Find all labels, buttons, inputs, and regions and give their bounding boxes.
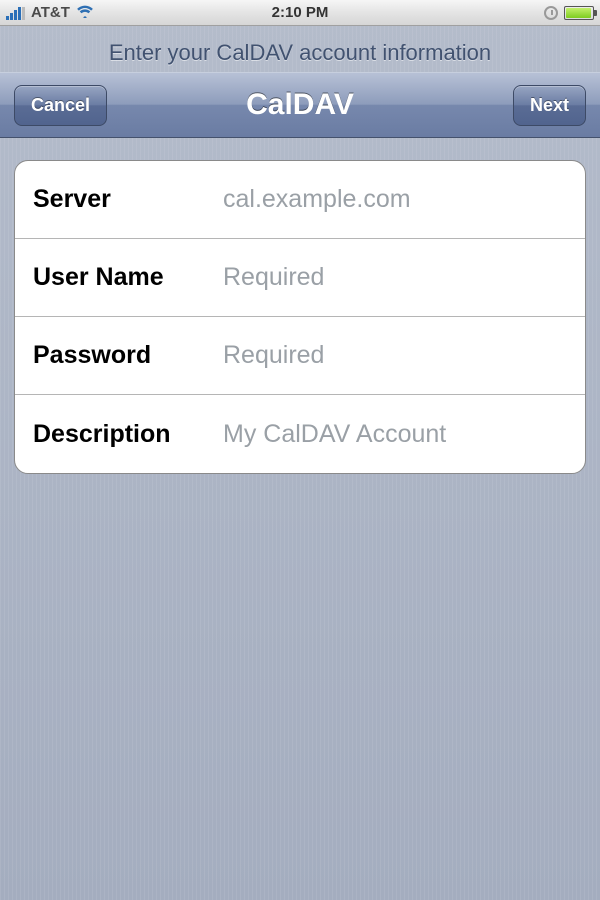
username-input[interactable] <box>223 263 567 292</box>
server-row[interactable]: Server <box>15 161 585 239</box>
password-row[interactable]: Password <box>15 317 585 395</box>
server-label: Server <box>33 185 223 214</box>
battery-icon <box>564 6 594 20</box>
account-form: Server User Name Password Description <box>14 160 586 474</box>
next-button[interactable]: Next <box>513 85 586 126</box>
username-row[interactable]: User Name <box>15 239 585 317</box>
password-label: Password <box>33 341 223 370</box>
status-bar: AT&T 2:10 PM <box>0 0 600 26</box>
cancel-button[interactable]: Cancel <box>14 85 107 126</box>
server-input[interactable] <box>223 185 567 214</box>
navigation-bar: Cancel CalDAV Next <box>0 72 600 138</box>
instruction-text: Enter your CalDAV account information <box>0 26 600 72</box>
description-label: Description <box>33 420 223 449</box>
username-label: User Name <box>33 263 223 292</box>
description-input[interactable] <box>223 420 567 449</box>
status-right <box>544 6 594 20</box>
clock-time: 2:10 PM <box>0 4 600 21</box>
password-input[interactable] <box>223 341 567 370</box>
description-row[interactable]: Description <box>15 395 585 473</box>
location-clock-icon <box>544 6 558 20</box>
